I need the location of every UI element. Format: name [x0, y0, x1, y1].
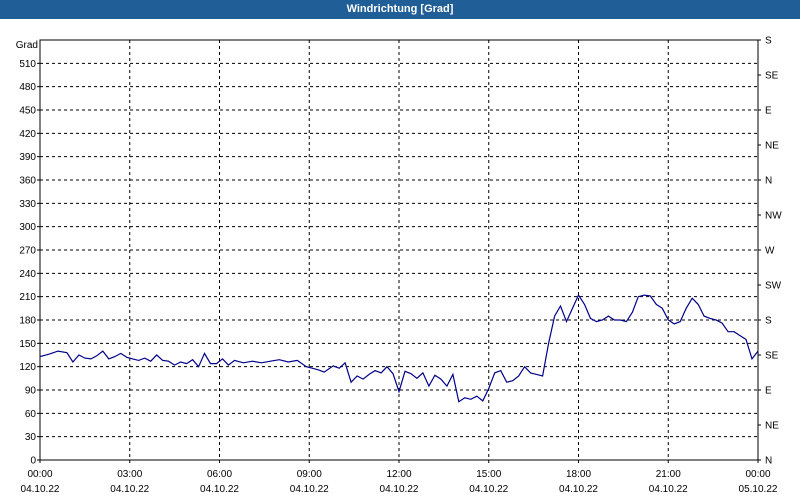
- x-tick-date: 05.10.22: [739, 484, 778, 495]
- x-tick-date: 04.10.22: [110, 484, 149, 495]
- x-tick-time: 00:00: [27, 469, 52, 480]
- wind-direction-chart: 0 30 60 90 120 150 180 210 240 270 300 330 360 390 420…: [16, 36, 782, 496]
- right-axis-label: NE: [765, 421, 779, 432]
- right-axis-label: SE: [765, 71, 779, 82]
- x-tick-date: 04.10.22: [559, 484, 598, 495]
- x-tick-time: 15:00: [476, 469, 501, 480]
- y-tick-label: 210: [19, 292, 36, 303]
- x-tick-date: 04.10.22: [21, 484, 60, 495]
- y-tick-label: 480: [19, 82, 36, 93]
- x-tick-date: 04.10.22: [290, 484, 329, 495]
- x-tick-date: 04.10.22: [200, 484, 239, 495]
- y-tick-label: 60: [25, 409, 37, 420]
- y-tick-label: 180: [19, 316, 36, 327]
- x-tick-time: 12:00: [386, 469, 411, 480]
- x-tick-date: 04.10.22: [469, 484, 508, 495]
- x-tick-time: 18:00: [566, 469, 591, 480]
- y-tick-label: 330: [19, 199, 36, 210]
- y-tick-label: 420: [19, 129, 36, 140]
- x-tick-time: 06:00: [207, 469, 232, 480]
- x-tick-time: 09:00: [297, 469, 322, 480]
- y-tick-label: 120: [19, 362, 36, 373]
- y-tick-label: 150: [19, 339, 36, 350]
- right-axis-label: NW: [765, 211, 782, 222]
- y-tick-label: 360: [19, 176, 36, 187]
- right-axis-label: W: [765, 246, 775, 257]
- right-axis-label: NE: [765, 141, 779, 152]
- y-tick-label: 30: [25, 432, 37, 443]
- x-tick-time: 03:00: [117, 469, 142, 480]
- right-axis-label: E: [765, 106, 772, 117]
- x-tick-time: 00:00: [745, 469, 770, 480]
- grid-layer: [40, 40, 758, 460]
- right-axis-label: SE: [765, 351, 779, 362]
- right-axis-label: N: [765, 176, 772, 187]
- y-tick-label: 90: [25, 386, 37, 397]
- y-tick-label: 300: [19, 222, 36, 233]
- x-tick-date: 04.10.22: [380, 484, 419, 495]
- right-axis-label: S: [765, 316, 772, 327]
- right-axis-label: E: [765, 386, 772, 397]
- right-axis-label: S: [765, 36, 772, 47]
- y-tick-label: 510: [19, 59, 36, 70]
- x-tick-date: 04.10.22: [649, 484, 688, 495]
- y-tick-label: 450: [19, 106, 36, 117]
- y-tick-label: 270: [19, 246, 36, 257]
- right-axis-label: N: [765, 456, 772, 467]
- y-tick-label: 240: [19, 269, 36, 280]
- y-tick-label: 0: [30, 456, 36, 467]
- y-tick-label: 390: [19, 152, 36, 163]
- y-axis-label: Grad: [16, 40, 38, 51]
- right-axis-label: SW: [765, 281, 782, 292]
- x-tick-time: 21:00: [656, 469, 681, 480]
